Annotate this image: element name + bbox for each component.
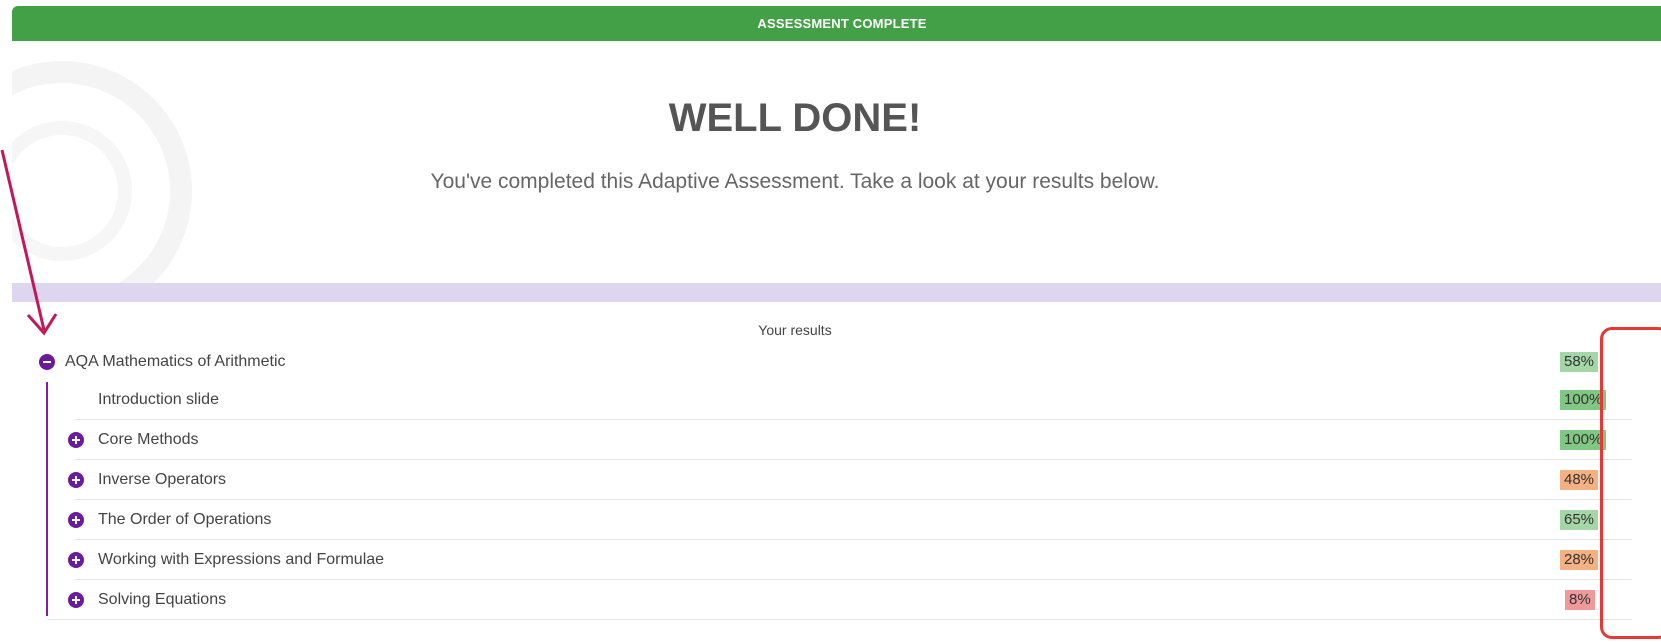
expand-plus-icon[interactable] (68, 552, 84, 568)
divider-band (12, 283, 1661, 302)
item-score-badge: 48% (1560, 470, 1599, 490)
list-item-expressions-formulae[interactable]: Working with Expressions and Formulae 28… (0, 540, 1650, 580)
list-item-order-of-operations[interactable]: The Order of Operations 65% (0, 500, 1650, 540)
collapse-minus-icon[interactable] (39, 354, 55, 370)
course-row[interactable]: AQA Mathematics of Arithmetic 58% (0, 342, 1650, 382)
expand-plus-icon[interactable] (68, 592, 84, 608)
list-item-inverse-operators[interactable]: Inverse Operators 48% (0, 460, 1650, 500)
item-label: Inverse Operators (98, 471, 227, 488)
item-label: Working with Expressions and Formulae (98, 551, 385, 568)
item-label: Introduction slide (98, 391, 219, 408)
list-item-introduction-slide[interactable]: Introduction slide 100% (0, 380, 1650, 420)
list-item-core-methods[interactable]: Core Methods 100% (0, 420, 1650, 460)
item-score-badge: 28% (1560, 550, 1599, 570)
item-label: Solving Equations (98, 591, 227, 608)
page-subtitle: You've completed this Adaptive Assessmen… (430, 170, 1160, 193)
results-title: Your results (758, 322, 832, 338)
course-score-badge: 58% (1560, 352, 1599, 372)
item-label: The Order of Operations (98, 511, 272, 528)
hero-section (12, 41, 1661, 289)
annotation-highlight-box (1600, 327, 1661, 639)
expand-plus-icon[interactable] (68, 512, 84, 528)
item-label: Core Methods (98, 431, 199, 448)
list-item-solving-equations[interactable]: Solving Equations 8% (0, 580, 1650, 620)
assessment-complete-banner: ASSESSMENT COMPLETE (12, 6, 1661, 41)
item-score-badge: 65% (1560, 510, 1599, 530)
row-divider (47, 619, 1632, 620)
annotation-arrow-icon (0, 149, 58, 336)
page-title: WELL DONE! (668, 96, 922, 140)
item-score-badge: 8% (1565, 590, 1595, 610)
expand-plus-icon[interactable] (68, 472, 84, 488)
expand-plus-icon[interactable] (68, 432, 84, 448)
course-label: AQA Mathematics of Arithmetic (65, 353, 286, 370)
